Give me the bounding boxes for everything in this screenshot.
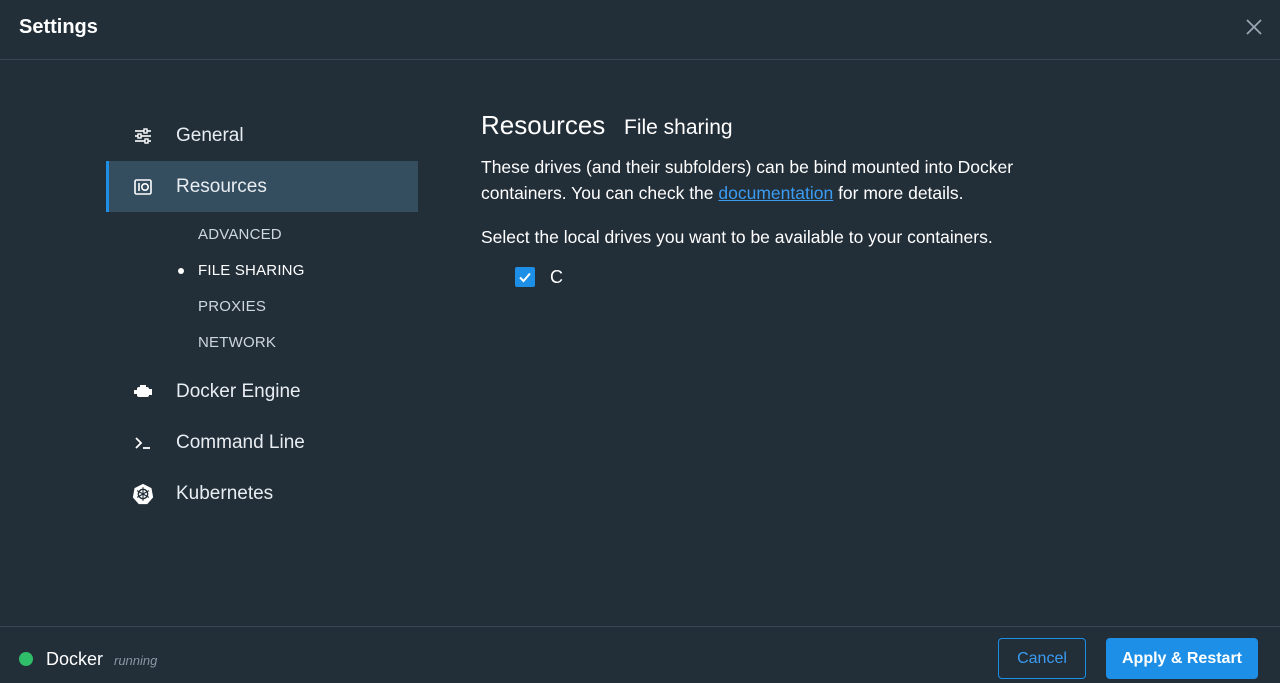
- drive-c-label: C: [550, 266, 563, 287]
- checkmark-icon: [519, 272, 531, 283]
- sidebar-item-label: Kubernetes: [176, 483, 274, 504]
- page-title: Resources: [481, 110, 606, 140]
- subnav-item-label: NETWORK: [198, 334, 277, 351]
- status-name: Docker: [46, 649, 104, 669]
- active-bullet-icon: [178, 268, 184, 274]
- drive-select-prompt: Select the local drives you want to be a…: [481, 227, 993, 247]
- window-title: Settings: [19, 16, 98, 38]
- sidebar-item-label: Command Line: [176, 432, 305, 453]
- sidebar-item-resources[interactable]: Resources: [106, 161, 418, 212]
- kubernetes-icon: [132, 483, 154, 505]
- cancel-button[interactable]: Cancel: [998, 638, 1086, 679]
- subnav-item-proxies[interactable]: PROXIES: [106, 288, 418, 324]
- title-bar: Settings: [0, 0, 1280, 60]
- drive-c-option[interactable]: C: [515, 266, 563, 288]
- close-icon[interactable]: [1243, 16, 1265, 38]
- status-text: running: [114, 653, 158, 668]
- sidebar-item-label: Resources: [176, 176, 267, 197]
- resources-icon: [132, 176, 154, 198]
- drive-c-checkbox[interactable]: [515, 267, 535, 287]
- sidebar-item-label: Docker Engine: [176, 381, 301, 402]
- engine-icon: [132, 381, 154, 403]
- subnav-item-file-sharing[interactable]: FILE SHARING: [106, 252, 418, 288]
- terminal-icon: [132, 432, 154, 454]
- sidebar: General Resources ADVANCED FILE SHARING: [106, 110, 418, 519]
- documentation-link[interactable]: documentation: [718, 183, 833, 203]
- page-subtitle: File sharing: [624, 116, 733, 139]
- apply-restart-button[interactable]: Apply & Restart: [1106, 638, 1258, 679]
- settings-window: Settings General Resources ADVANCED FILE…: [0, 0, 1280, 683]
- sidebar-item-general[interactable]: General: [106, 110, 418, 161]
- subnav-item-label: PROXIES: [198, 298, 267, 315]
- page-heading: Resources File sharing: [481, 110, 1181, 150]
- sidebar-item-docker-engine[interactable]: Docker Engine: [106, 366, 418, 417]
- subnav-item-label: FILE SHARING: [198, 262, 305, 279]
- sliders-icon: [132, 125, 154, 147]
- sidebar-item-label: General: [176, 125, 244, 146]
- main-content: Resources File sharing These drives (and…: [481, 110, 1181, 287]
- description-text-end: for more details.: [833, 183, 964, 203]
- subnav-item-label: ADVANCED: [198, 226, 282, 243]
- description: These drives (and their subfolders) can …: [481, 154, 1081, 206]
- subnav-item-network[interactable]: NETWORK: [106, 324, 418, 360]
- status-indicator-icon: [19, 652, 33, 666]
- status-footer: Docker running Cancel Apply & Restart: [0, 626, 1280, 683]
- subnav-item-advanced[interactable]: ADVANCED: [106, 216, 418, 252]
- sidebar-item-kubernetes[interactable]: Kubernetes: [106, 468, 418, 519]
- resources-subnav: ADVANCED FILE SHARING PROXIES NETWORK: [106, 212, 418, 366]
- sidebar-item-command-line[interactable]: Command Line: [106, 417, 418, 468]
